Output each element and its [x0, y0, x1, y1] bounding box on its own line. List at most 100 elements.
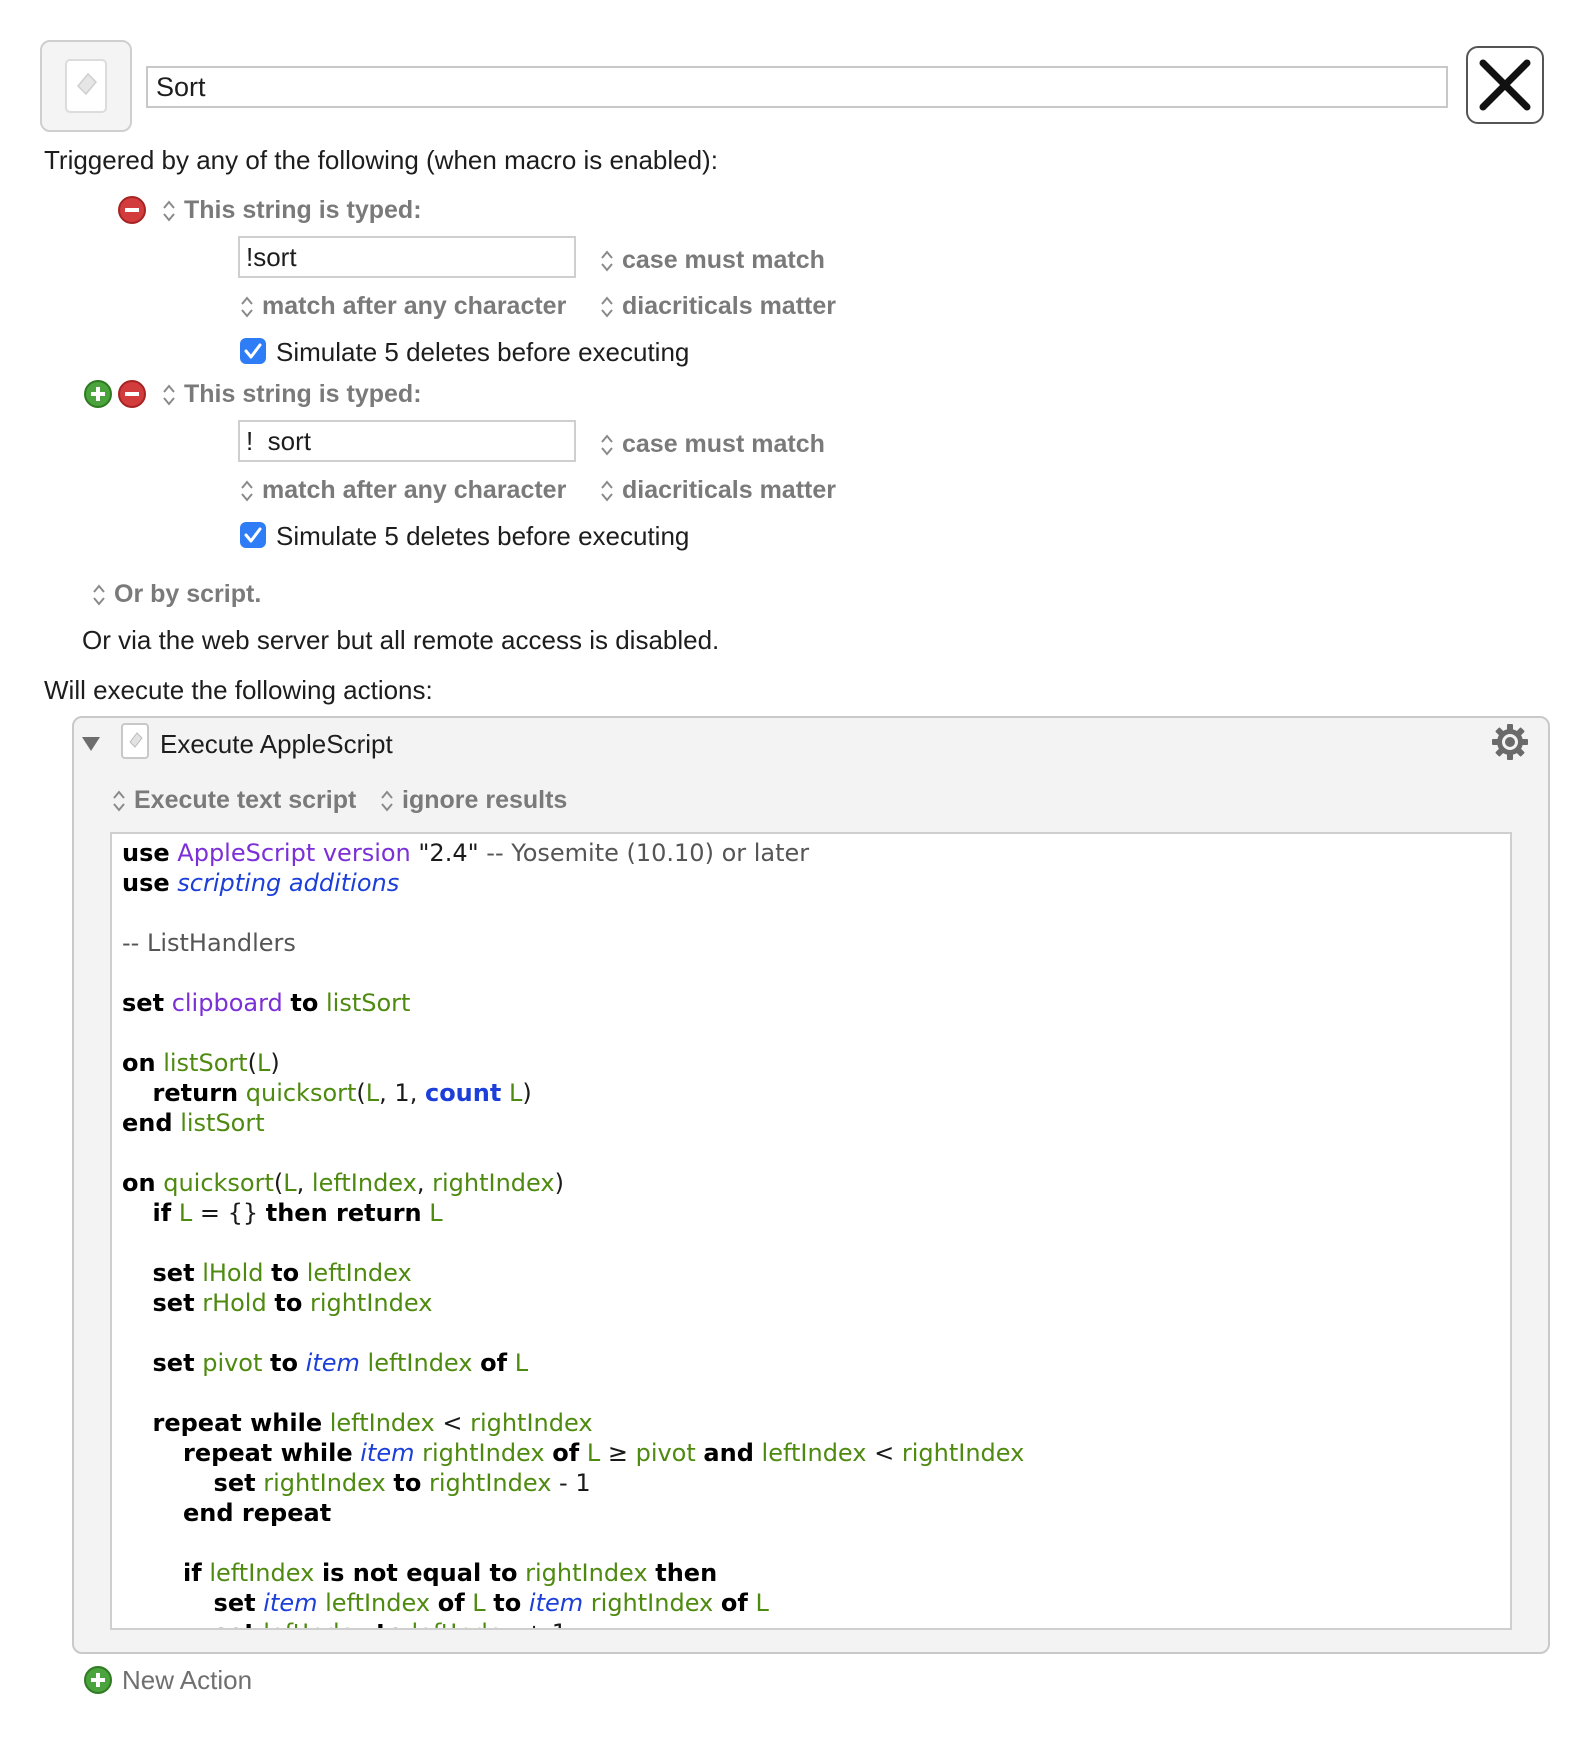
- script-line: set rightIndex to rightIndex - 1: [122, 1468, 1024, 1498]
- macro-group-icon: [65, 59, 107, 113]
- script-token: set: [152, 1349, 195, 1377]
- popup-arrows-icon: [241, 480, 253, 502]
- trigger-1-type-popup[interactable]: This string is typed:: [162, 194, 422, 226]
- script-token: [507, 1349, 515, 1377]
- script-token: [415, 1439, 423, 1467]
- trigger-2-diacritic-label: diacriticals matter: [622, 476, 836, 504]
- script-token: leftIndex: [311, 1169, 417, 1197]
- script-token: [583, 1589, 591, 1617]
- script-token: [298, 1349, 306, 1377]
- script-editor[interactable]: use AppleScript version "2.4" -- Yosemit…: [110, 832, 1512, 1630]
- macro-name-field[interactable]: Sort: [146, 66, 1448, 108]
- popup-arrows-icon: [601, 480, 613, 502]
- actions-heading: Will execute the following actions:: [44, 675, 433, 705]
- script-token: of: [480, 1349, 508, 1377]
- script-token: [122, 1259, 153, 1287]
- script-token: pivot: [635, 1439, 696, 1467]
- popup-arrows-icon: [163, 200, 175, 222]
- script-line: if leftIndex is not equal to rightIndex …: [122, 1558, 1024, 1588]
- script-line: on listSort(L): [122, 1048, 1024, 1078]
- script-line: set leftIndex to leftIndex + 1: [122, 1618, 1024, 1628]
- results-mode-popup[interactable]: ignore results: [380, 784, 567, 816]
- close-button[interactable]: [1466, 46, 1544, 124]
- script-token: [122, 1589, 214, 1617]
- script-line: use AppleScript version "2.4" -- Yosemit…: [122, 838, 1024, 868]
- macro-icon-well[interactable]: [40, 40, 132, 132]
- script-token: set: [214, 1619, 256, 1628]
- script-token: ,: [296, 1169, 312, 1197]
- script-line: [122, 1378, 1024, 1408]
- add-action-icon: [91, 1673, 105, 1687]
- trigger-1-string-field[interactable]: !sort: [238, 236, 576, 278]
- script-line: [122, 1018, 1024, 1048]
- script-token: [360, 1349, 368, 1377]
- action-title: Execute AppleScript: [160, 729, 393, 759]
- script-token: (: [273, 1169, 284, 1197]
- trigger-2-simulate-checkbox[interactable]: [240, 522, 266, 548]
- script-token: (: [247, 1049, 258, 1077]
- script-token: leftIndex: [325, 1589, 431, 1617]
- script-token: AppleScript version: [177, 839, 411, 867]
- script-token: [299, 1259, 307, 1287]
- execute-mode-popup[interactable]: Execute text script: [112, 784, 356, 816]
- script-token: L: [283, 1169, 297, 1197]
- script-token: [238, 1079, 246, 1107]
- script-token: L: [755, 1589, 769, 1617]
- script-token: [262, 1349, 270, 1377]
- script-token: to: [393, 1469, 422, 1497]
- script-token: ,: [416, 1169, 433, 1197]
- trigger-1-case-popup[interactable]: case must match: [600, 244, 825, 276]
- script-token: set: [122, 989, 165, 1017]
- script-token: rightIndex: [525, 1559, 648, 1587]
- add-trigger-button[interactable]: [84, 380, 112, 408]
- gear-icon[interactable]: [1490, 722, 1530, 762]
- script-token: L: [365, 1079, 380, 1107]
- trigger-2-case-popup[interactable]: case must match: [600, 428, 825, 460]
- script-token: count: [424, 1079, 502, 1107]
- script-token: of: [437, 1589, 465, 1617]
- script-token: <: [434, 1409, 471, 1437]
- close-icon: [1479, 59, 1531, 111]
- trigger-1-match-popup[interactable]: match after any character: [240, 290, 566, 322]
- script-token: leftIndex: [306, 1259, 412, 1287]
- script-token: [317, 1589, 325, 1617]
- popup-arrows-icon: [381, 790, 393, 812]
- trigger-1-simulate-label: Simulate 5 deletes before executing: [276, 337, 690, 367]
- script-token: item: [263, 1589, 318, 1617]
- script-token: [164, 989, 172, 1017]
- trigger-2-string-field[interactable]: ! sort: [238, 420, 576, 462]
- trigger-2-match-popup[interactable]: match after any character: [240, 474, 566, 506]
- script-token: and: [703, 1439, 754, 1467]
- script-line: -- ListHandlers: [122, 928, 1024, 958]
- remove-trigger-1-button[interactable]: [118, 196, 146, 224]
- script-token: quicksort: [163, 1169, 274, 1197]
- trigger-1-case-label: case must match: [622, 246, 825, 274]
- popup-arrows-icon: [601, 434, 613, 456]
- triggers-heading: Triggered by any of the following (when …: [44, 145, 718, 175]
- script-token: = {}: [192, 1199, 266, 1227]
- trigger-1-simulate-checkbox[interactable]: [240, 338, 266, 364]
- trigger-1-type-label: This string is typed:: [184, 196, 422, 224]
- script-token: to: [274, 1289, 303, 1317]
- script-trigger-popup[interactable]: Or by script.: [92, 578, 261, 610]
- script-token: if: [152, 1199, 172, 1227]
- trigger-2-match-label: match after any character: [262, 476, 567, 504]
- script-token: ): [522, 1079, 532, 1107]
- new-action-label[interactable]: New Action: [122, 1664, 252, 1696]
- script-token: [579, 1439, 587, 1467]
- trigger-2-diacritic-popup[interactable]: diacriticals matter: [600, 474, 836, 506]
- script-token: rHold: [202, 1289, 267, 1317]
- script-line: return quicksort(L, 1, count L): [122, 1078, 1024, 1108]
- script-token: [421, 1469, 429, 1497]
- disclosure-triangle-icon[interactable]: [80, 734, 102, 754]
- popup-arrows-icon: [601, 296, 613, 318]
- new-action-button[interactable]: [84, 1666, 112, 1694]
- script-token: L: [514, 1349, 529, 1377]
- remove-trigger-2-button[interactable]: [118, 380, 146, 408]
- trigger-2-type-popup[interactable]: This string is typed:: [162, 378, 422, 410]
- script-token: [501, 1079, 509, 1107]
- script-token: to: [376, 1619, 404, 1628]
- trigger-1-diacritic-popup[interactable]: diacriticals matter: [600, 290, 836, 322]
- script-token: rightIndex: [590, 1589, 714, 1617]
- popup-arrows-icon: [93, 584, 105, 606]
